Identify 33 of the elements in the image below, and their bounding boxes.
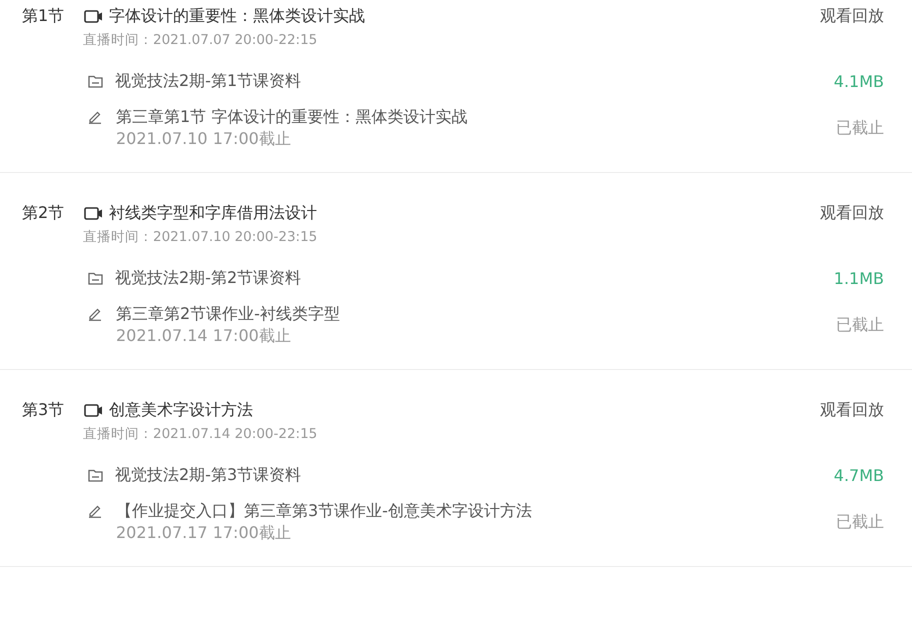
live-time: 直播时间：2021.07.14 20:00-22:15 bbox=[83, 425, 318, 443]
material-name[interactable]: 视觉技法2期-第2节课资料 bbox=[115, 268, 834, 289]
material-name[interactable]: 视觉技法2期-第3节课资料 bbox=[115, 465, 834, 486]
lesson-number: 第3节 bbox=[22, 399, 66, 421]
video-camera-icon bbox=[84, 404, 103, 416]
replay-link[interactable]: 观看回放 bbox=[820, 4, 884, 28]
homework-title[interactable]: 第三章第1节 字体设计的重要性：黑体类设计实战 bbox=[116, 106, 836, 128]
deadline: 2021.07.14 17:00截止 bbox=[116, 325, 292, 347]
pencil-icon bbox=[88, 307, 102, 321]
lesson-title[interactable]: 衬线类字型和字库借用法设计 bbox=[109, 201, 317, 225]
homework-title[interactable]: 第三章第2节课作业-衬线类字型 bbox=[116, 303, 836, 325]
homework-title[interactable]: 【作业提交入口】第三章第3节课作业-创意美术字设计方法 bbox=[116, 500, 836, 522]
material-name[interactable]: 视觉技法2期-第1节课资料 bbox=[115, 71, 834, 92]
video-camera-icon bbox=[84, 206, 103, 220]
pencil-icon bbox=[88, 504, 102, 518]
lesson-title[interactable]: 字体设计的重要性：黑体类设计实战 bbox=[109, 4, 365, 28]
live-time: 直播时间：2021.07.10 20:00-23:15 bbox=[83, 228, 318, 246]
deadline: 2021.07.10 17:00截止 bbox=[116, 128, 292, 150]
replay-link[interactable]: 观看回放 bbox=[820, 201, 884, 225]
lesson-number: 第2节 bbox=[22, 202, 66, 224]
folder-icon bbox=[88, 272, 103, 285]
pencil-icon bbox=[88, 110, 102, 124]
homework-status: 已截止 bbox=[836, 512, 884, 532]
video-camera-icon bbox=[84, 10, 103, 22]
lesson-title[interactable]: 创意美术字设计方法 bbox=[109, 398, 253, 422]
folder-icon bbox=[88, 75, 103, 88]
live-time: 直播时间：2021.07.07 20:00-22:15 bbox=[83, 31, 318, 49]
replay-link[interactable]: 观看回放 bbox=[820, 398, 884, 422]
homework-status: 已截止 bbox=[836, 314, 884, 336]
folder-icon bbox=[88, 469, 103, 482]
lesson-number: 第1节 bbox=[22, 5, 66, 27]
deadline: 2021.07.17 17:00截止 bbox=[116, 522, 292, 544]
homework-status: 已截止 bbox=[836, 118, 884, 138]
